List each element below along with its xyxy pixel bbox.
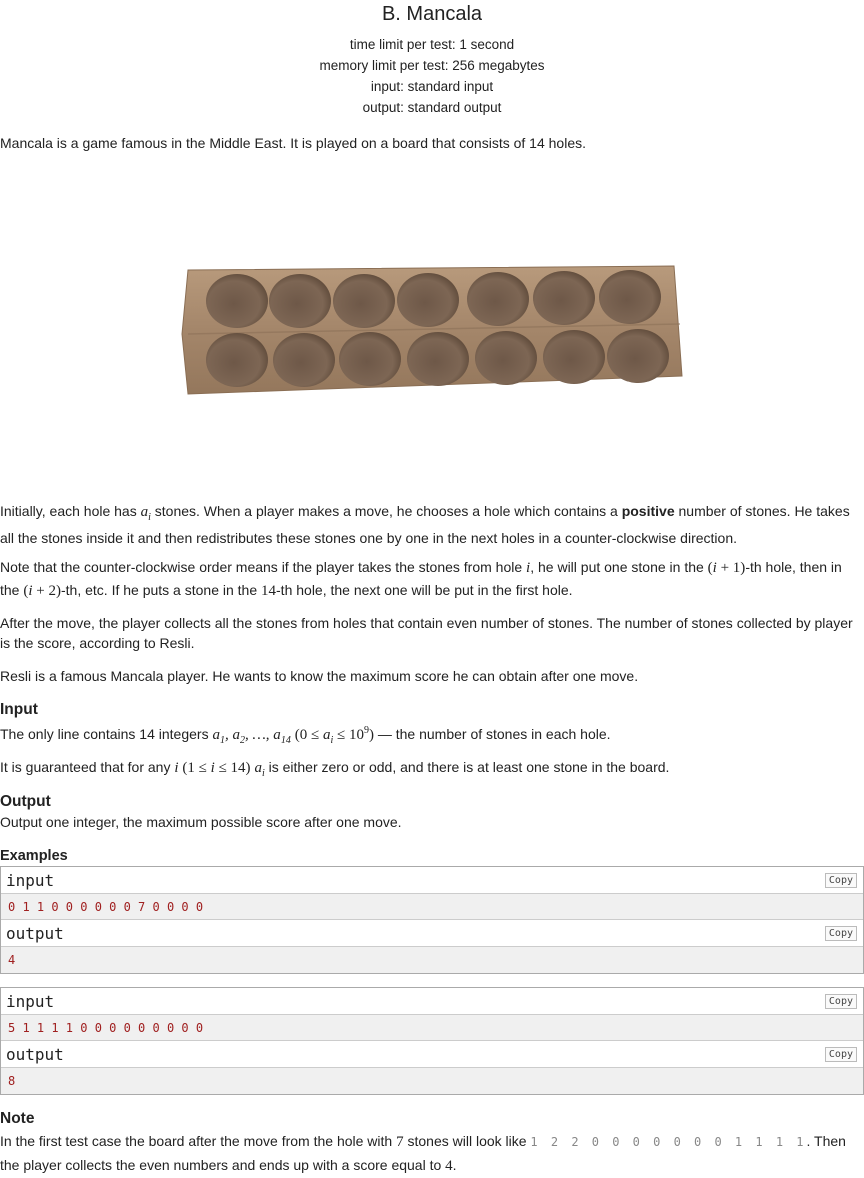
mancala-board-image xyxy=(181,265,683,395)
note-text: In the first test case the board after t… xyxy=(0,1133,846,1174)
example-2-output-header: output Copy xyxy=(1,1041,863,1068)
problem-title: B. Mancala xyxy=(381,3,483,25)
output-text: Output one integer, the maximum possible… xyxy=(0,814,402,830)
time-limit: time limit per test: 1 second xyxy=(349,37,515,52)
input-line-2: It is guaranteed that for any i (1 ≤ i ≤… xyxy=(0,759,670,779)
example-1-input-header: input Copy xyxy=(1,867,863,894)
example-1: input Copy 0 1 1 0 0 0 0 0 0 7 0 0 0 0 o… xyxy=(0,866,864,974)
input-line-1: The only line contains 14 integers a1, a… xyxy=(0,725,611,746)
copy-button[interactable]: Copy xyxy=(824,873,857,888)
example-1-output-header: output Copy xyxy=(1,920,863,947)
statement-p3: After the move, the player collects all … xyxy=(0,615,853,651)
input-type: input: standard input xyxy=(370,79,494,94)
examples-title: Examples xyxy=(0,848,68,864)
note-title: Note xyxy=(0,1110,35,1127)
example-1-output-value[interactable]: 4 xyxy=(1,947,863,973)
copy-button[interactable]: Copy xyxy=(824,926,857,941)
copy-button[interactable]: Copy xyxy=(824,1047,857,1062)
statement-p4: Resli is a famous Mancala player. He wan… xyxy=(0,668,639,684)
example-1-input-value[interactable]: 0 1 1 0 0 0 0 0 0 7 0 0 0 0 xyxy=(1,894,863,920)
input-label: input xyxy=(6,871,55,890)
example-2-input-value[interactable]: 5 1 1 1 1 0 0 0 0 0 0 0 0 0 xyxy=(1,1015,863,1041)
memory-limit: memory limit per test: 256 megabytes xyxy=(319,58,545,73)
note-board-state: 1 2 2 0 0 0 0 0 0 0 1 1 1 1 xyxy=(530,1135,807,1149)
problem-header: B. Mancala time limit per test: 1 second… xyxy=(0,2,864,118)
output-label: output xyxy=(6,1045,64,1064)
input-label: input xyxy=(6,992,55,1011)
output-label: output xyxy=(6,924,64,943)
example-2-output-value[interactable]: 8 xyxy=(1,1068,863,1094)
example-2: input Copy 5 1 1 1 1 0 0 0 0 0 0 0 0 0 o… xyxy=(0,987,864,1095)
statement-intro: Mancala is a game famous in the Middle E… xyxy=(0,135,586,151)
statement-p1: Initially, each hole has ai stones. When… xyxy=(0,503,850,546)
input-section-title: Input xyxy=(0,701,38,718)
copy-button[interactable]: Copy xyxy=(824,994,857,1009)
example-2-input-header: input Copy xyxy=(1,988,863,1015)
statement-p2: Note that the counter-clockwise order me… xyxy=(0,559,842,599)
output-section-title: Output xyxy=(0,793,51,810)
output-type: output: standard output xyxy=(362,100,502,115)
